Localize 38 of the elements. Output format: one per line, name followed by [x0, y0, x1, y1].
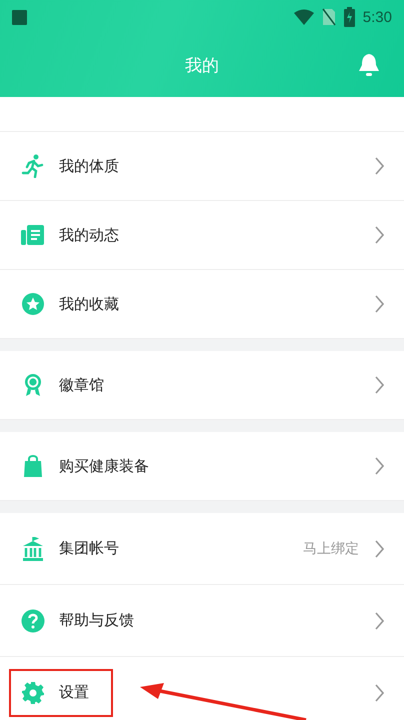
menu-item-label: 购买健康装备: [59, 456, 149, 476]
item-value: 马上绑定: [303, 540, 359, 558]
runner-icon: [21, 154, 45, 178]
wifi-icon: [294, 9, 314, 25]
menu-item-label: 集团帐号: [59, 539, 119, 558]
chevron-right-icon: [375, 612, 384, 630]
chevron-right-icon: [375, 457, 384, 475]
menu-item[interactable]: 集团帐号 马上绑定: [0, 513, 404, 585]
menu-item-label: 帮助与反馈: [59, 611, 134, 630]
menu-item[interactable]: 购买健康装备: [0, 432, 404, 501]
menu-item[interactable]: 我的体质: [0, 132, 404, 201]
menu-item[interactable]: 我的收藏: [0, 270, 404, 339]
menu-item[interactable]: 徽章馆: [0, 351, 404, 420]
help-icon: [21, 608, 45, 632]
chevron-right-icon: [375, 295, 384, 313]
menu-item-label: 我的收藏: [59, 294, 119, 314]
bank-building-icon: [21, 536, 45, 560]
chevron-right-icon: [375, 226, 384, 244]
document-icon: [21, 223, 45, 247]
bell-icon[interactable]: [358, 53, 380, 77]
battery-icon: [344, 7, 355, 27]
chevron-right-icon: [375, 540, 384, 558]
shopping-bag-icon: [21, 454, 45, 478]
menu-item-label: 徽章馆: [59, 376, 104, 394]
page-title: 我的: [185, 55, 219, 77]
notification-icon: [12, 10, 27, 24]
settings-icon: [21, 680, 45, 704]
menu-item-label: 设置: [59, 683, 89, 702]
menu-item[interactable]: 帮助与反馈: [0, 585, 404, 657]
menu-item-label: 我的动态: [59, 226, 119, 244]
chevron-right-icon: [375, 376, 384, 394]
clock-time: 5:30: [362, 8, 392, 26]
no-sim-icon: [322, 8, 336, 26]
chevron-right-icon: [375, 157, 384, 175]
partial-menu-row[interactable]: [0, 97, 404, 132]
menu-item-label: 我的体质: [59, 156, 119, 176]
chevron-right-icon: [375, 684, 384, 702]
menu-item[interactable]: 我的动态: [0, 201, 404, 270]
